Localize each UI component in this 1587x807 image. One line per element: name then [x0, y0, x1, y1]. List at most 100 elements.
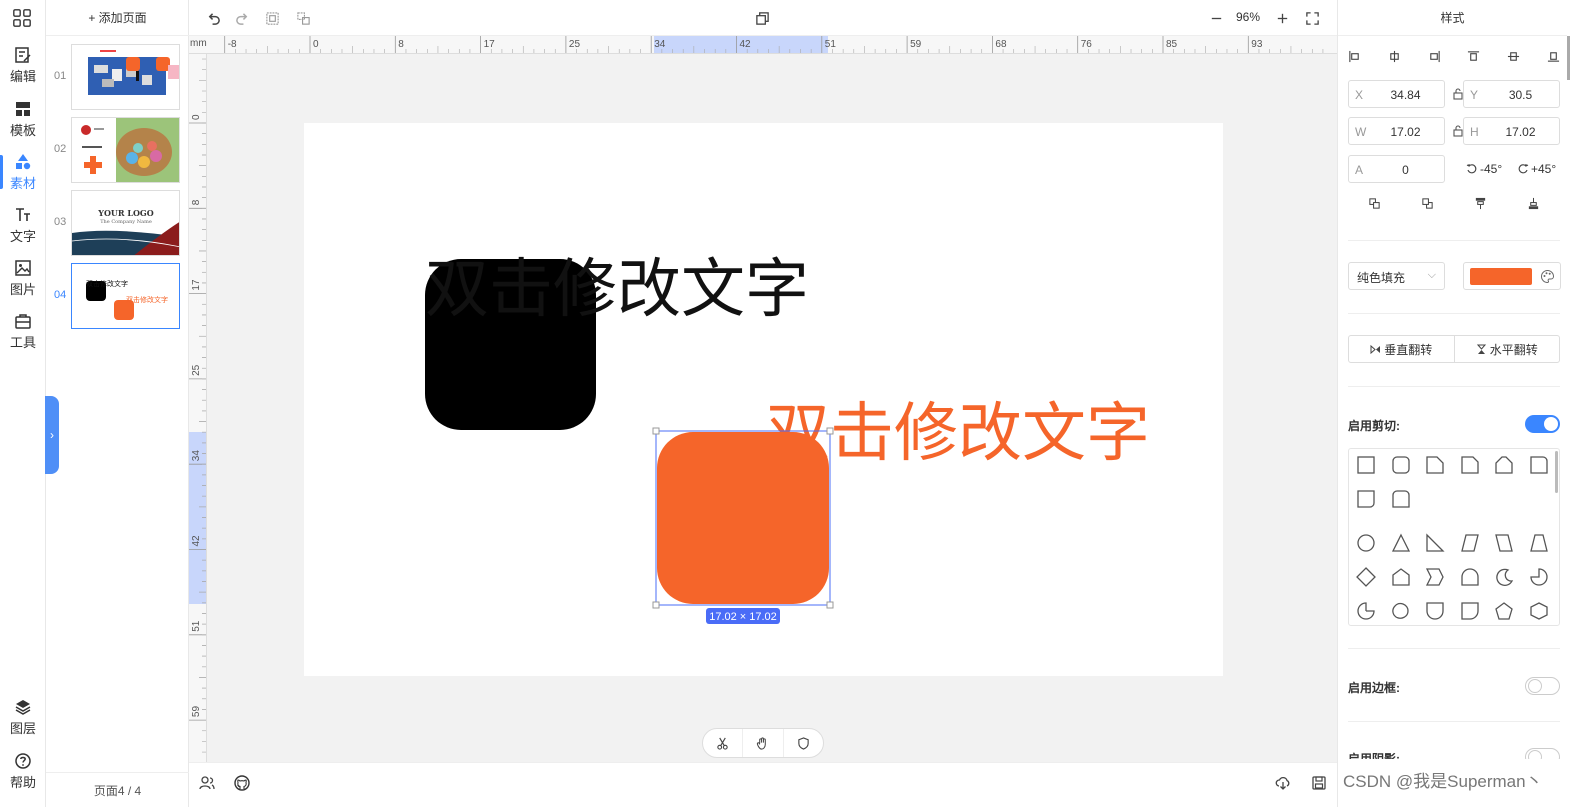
nav-edit[interactable]: 编辑	[0, 40, 46, 90]
clip-shape-pie-quarter[interactable]	[1528, 566, 1550, 588]
clip-toggle[interactable]	[1525, 415, 1560, 433]
shadow-toggle[interactable]	[1525, 748, 1560, 759]
clip-shape-pie-three-quarter[interactable]	[1355, 600, 1377, 622]
clip-shape-moon[interactable]	[1493, 566, 1515, 588]
page-thumb-row[interactable]: 03 YOUR LOGO The Company Name	[46, 190, 189, 256]
flip-vertical-button[interactable]: 垂直翻转	[1349, 336, 1455, 362]
github-icon[interactable]	[234, 775, 250, 791]
nav-image[interactable]: 图片	[0, 253, 46, 303]
send-to-back-icon[interactable]	[1527, 197, 1540, 210]
page-canvas[interactable]: 双击修改文字 双击修改文字 17.02 × 17.02	[304, 123, 1223, 676]
border-toggle[interactable]	[1525, 677, 1560, 695]
add-page-button[interactable]: + 添加页面	[46, 0, 189, 36]
x-value[interactable]: 34.84	[1371, 88, 1440, 102]
y-field[interactable]: Y 30.5	[1463, 80, 1560, 108]
clip-shape-square-round-bottom[interactable]	[1355, 488, 1377, 510]
clip-shape-house-pentagon[interactable]	[1390, 566, 1412, 588]
bring-forward-icon[interactable]	[1368, 197, 1381, 210]
clip-shape-pentagon[interactable]	[1493, 600, 1515, 622]
clip-shape-rounded-square[interactable]	[1390, 454, 1412, 476]
nav-layers[interactable]: 图层	[0, 692, 46, 742]
zoom-in-button[interactable]	[1273, 9, 1291, 27]
resize-handle[interactable]	[652, 601, 660, 609]
clip-shape-trapezoid[interactable]	[1528, 532, 1550, 554]
zoom-out-button[interactable]	[1207, 9, 1225, 27]
height-value[interactable]: 17.02	[1486, 125, 1555, 139]
fill-color-picker[interactable]	[1463, 262, 1561, 290]
clip-shape-trapezoid-right[interactable]	[1493, 532, 1515, 554]
page-thumb-row[interactable]: 02	[46, 117, 189, 183]
cloud-download-icon[interactable]	[1275, 775, 1291, 791]
orange-rounded-square[interactable]	[657, 432, 829, 604]
width-field[interactable]: W 17.02	[1348, 117, 1445, 145]
redo-button[interactable]	[233, 9, 251, 27]
clip-shape-folded-square[interactable]	[1459, 454, 1481, 476]
rotate-right-button[interactable]: +45°	[1517, 162, 1556, 176]
page-thumbnail[interactable]: YOUR LOGO The Company Name	[71, 190, 180, 256]
clip-shape-arch[interactable]	[1459, 566, 1481, 588]
hand-tool-button[interactable]	[743, 729, 784, 757]
nav-material[interactable]: 素材	[0, 147, 46, 197]
clip-shape-snip-round-square[interactable]	[1493, 454, 1515, 476]
align-center-h-icon[interactable]	[1388, 50, 1401, 63]
cut-button[interactable]	[703, 729, 744, 757]
panel-scrollbar[interactable]	[1567, 0, 1587, 807]
page-thumbnail[interactable]	[71, 117, 180, 183]
clip-shape-parallelogram[interactable]	[1459, 532, 1481, 554]
clip-shape-triangle[interactable]	[1390, 532, 1412, 554]
y-value[interactable]: 30.5	[1486, 88, 1555, 102]
group-button[interactable]	[263, 9, 281, 27]
bring-to-front-icon[interactable]	[1474, 197, 1487, 210]
save-icon[interactable]	[1311, 775, 1327, 791]
page-thumb-row[interactable]: 04 双击修改文字 双击修改文字	[46, 263, 189, 329]
x-field[interactable]: X 34.84	[1348, 80, 1445, 108]
ungroup-button[interactable]	[294, 9, 312, 27]
scrollbar[interactable]	[1555, 451, 1558, 493]
angle-field[interactable]: A 0	[1348, 155, 1445, 183]
nav-template[interactable]: 模板	[0, 94, 46, 144]
nav-help[interactable]: 帮助	[0, 746, 46, 796]
align-top-icon[interactable]	[1467, 50, 1480, 63]
width-value[interactable]: 17.02	[1371, 125, 1440, 139]
clip-shape-hexagon[interactable]	[1528, 600, 1550, 622]
clip-shape-leaf[interactable]	[1424, 600, 1446, 622]
align-center-v-icon[interactable]	[1507, 50, 1520, 63]
clip-shape-blob[interactable]	[1390, 600, 1412, 622]
align-right-icon[interactable]	[1428, 50, 1441, 63]
clip-shape-d-shape[interactable]	[1459, 600, 1481, 622]
nav-tools[interactable]: 工具	[0, 306, 46, 356]
palette-icon[interactable]	[1540, 269, 1555, 284]
clip-shape-square[interactable]	[1355, 454, 1377, 476]
height-field[interactable]: H 17.02	[1463, 117, 1560, 145]
send-backward-icon[interactable]	[1421, 197, 1434, 210]
clip-shape-square-round-top[interactable]	[1390, 488, 1412, 510]
users-icon[interactable]	[199, 775, 215, 791]
clip-shape-right-triangle[interactable]	[1424, 532, 1446, 554]
copy-button[interactable]	[753, 9, 771, 27]
clip-shape-diamond[interactable]	[1355, 566, 1377, 588]
rotate-left-button[interactable]: -45°	[1466, 162, 1502, 176]
page-thumbnail[interactable]	[71, 44, 180, 110]
angle-value[interactable]: 0	[1371, 163, 1440, 177]
nav-text[interactable]: 文字	[0, 200, 46, 250]
resize-handle[interactable]	[652, 427, 660, 435]
align-left-icon[interactable]	[1348, 50, 1361, 63]
fullscreen-button[interactable]	[1303, 9, 1321, 27]
resize-handle[interactable]	[826, 427, 834, 435]
page-thumbnail-active[interactable]: 双击修改文字 双击修改文字	[71, 263, 180, 329]
clip-shape-round-corner-square[interactable]	[1528, 454, 1550, 476]
expand-panel-button[interactable]: ›	[45, 396, 59, 474]
color-swatch[interactable]	[1470, 268, 1532, 285]
fill-type-select[interactable]: 纯色填充 ⌵	[1348, 262, 1445, 290]
resize-handle[interactable]	[826, 601, 834, 609]
clip-shape-circle[interactable]	[1355, 532, 1377, 554]
clip-shape-chevron[interactable]	[1424, 566, 1446, 588]
page-thumb-row[interactable]: 01	[46, 44, 189, 110]
canvas-area[interactable]: 双击修改文字 双击修改文字 17.02 × 17.02	[207, 54, 1337, 762]
clip-shape-cut-corner-square[interactable]	[1424, 454, 1446, 476]
apps-grid-icon[interactable]	[12, 8, 34, 30]
align-bottom-icon[interactable]	[1547, 50, 1560, 63]
flip-horizontal-button[interactable]: 水平翻转	[1455, 336, 1560, 362]
shield-button[interactable]	[784, 729, 823, 757]
black-text-box[interactable]: 双击修改文字	[425, 253, 809, 327]
